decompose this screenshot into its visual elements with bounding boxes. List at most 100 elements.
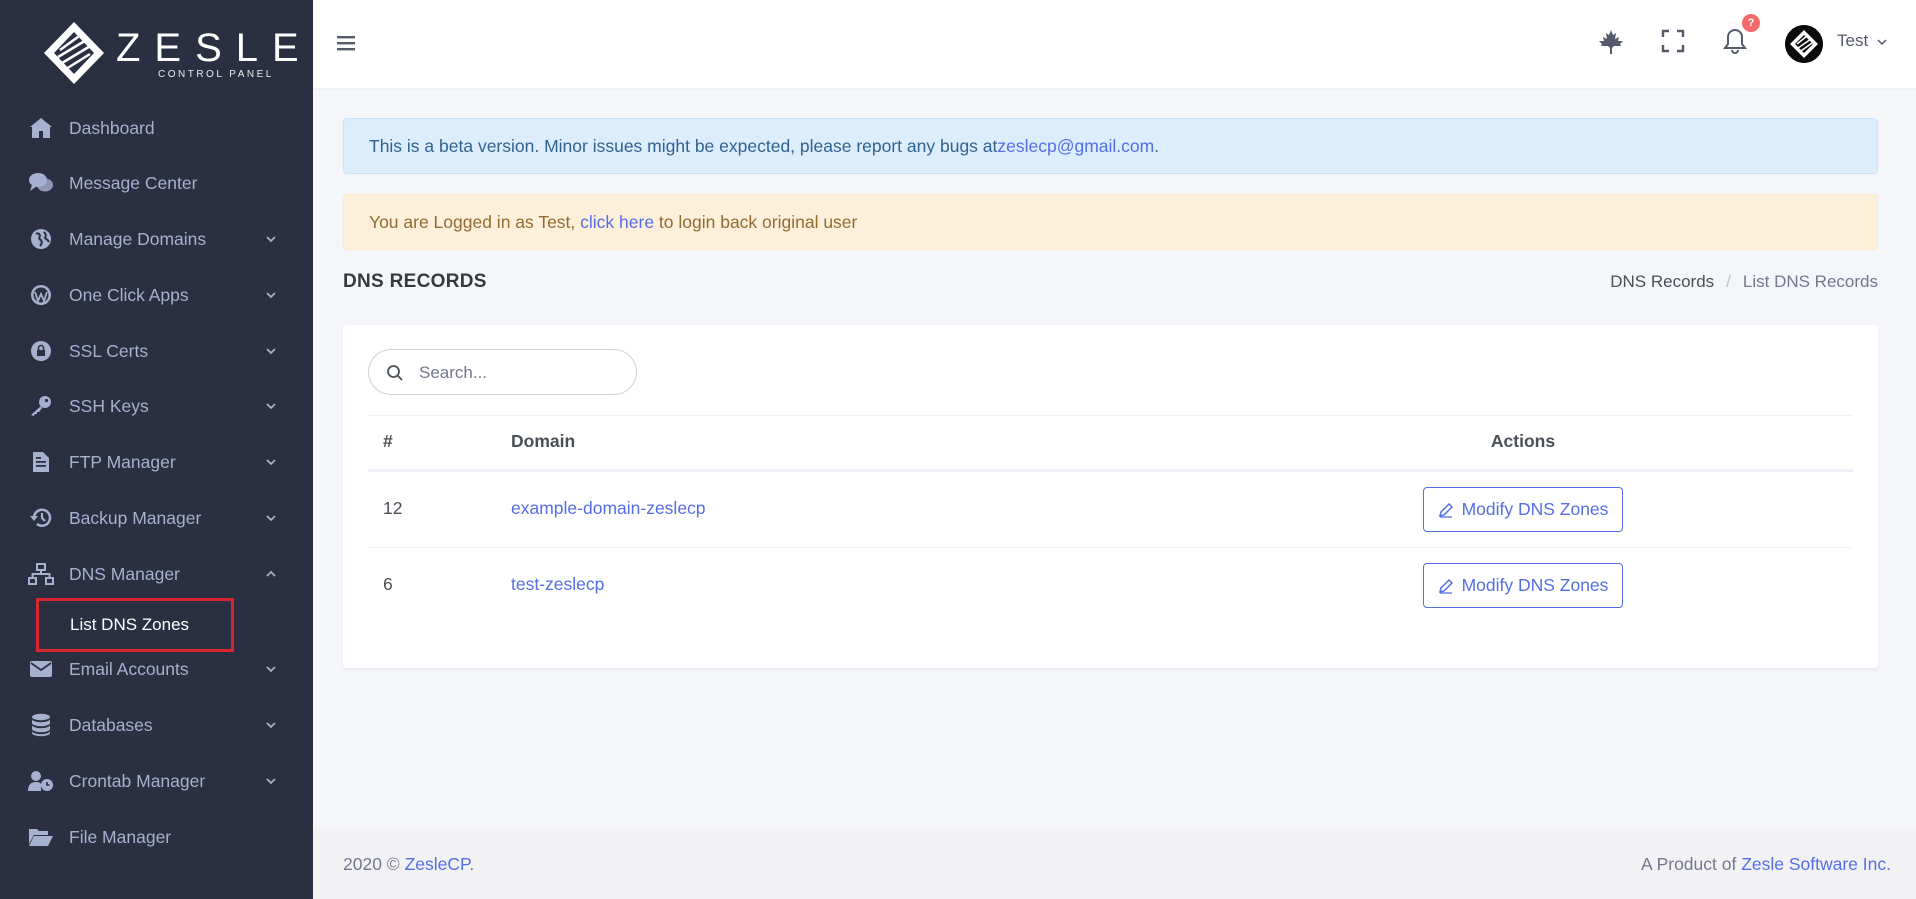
- fullscreen-icon[interactable]: [1658, 26, 1688, 56]
- sidebar-item-label: Message Center: [69, 172, 198, 193]
- brand-name: ZESLE: [116, 26, 313, 70]
- beta-alert: This is a beta version. Minor issues mig…: [343, 118, 1878, 174]
- sidebar-item-ssl-certs[interactable]: SSL Certs: [0, 331, 313, 371]
- user-name[interactable]: Test: [1837, 31, 1868, 51]
- modify-dns-zones-label: Modify DNS Zones: [1461, 575, 1609, 595]
- chevron-up-icon: [266, 570, 276, 577]
- wordpress-icon: [28, 282, 54, 308]
- notification-badge: ?: [1742, 14, 1760, 32]
- footer-product-text: A Product of: [1641, 854, 1742, 874]
- sidebar-item-databases[interactable]: Databases: [0, 705, 313, 745]
- beta-alert-end: .: [1154, 135, 1160, 156]
- chevron-down-icon: [266, 403, 276, 410]
- sidebar-subitem-list-dns-zones[interactable]: List DNS Zones: [36, 598, 234, 652]
- sidebar-item-label: Databases: [69, 714, 153, 735]
- globe-icon: [28, 226, 54, 252]
- column-header-id: #: [383, 431, 393, 451]
- home-icon: [28, 115, 54, 141]
- sidebar-item-backup-manager[interactable]: Backup Manager: [0, 498, 313, 538]
- modify-dns-zones-button[interactable]: Modify DNS Zones: [1423, 487, 1623, 532]
- search-icon: [387, 365, 403, 381]
- support-email-link[interactable]: zeslecp@gmail.com: [997, 136, 1154, 157]
- chevron-down-icon: [266, 666, 276, 673]
- sidebar-item-label: Dashboard: [69, 117, 155, 138]
- sidebar-item-manage-domains[interactable]: Manage Domains: [0, 219, 313, 259]
- modify-dns-zones-label: Modify DNS Zones: [1461, 499, 1609, 519]
- sidebar-item-label: Crontab Manager: [69, 770, 206, 791]
- login-back-link[interactable]: click here: [580, 212, 654, 233]
- page-title: DNS RECORDS: [343, 271, 487, 292]
- history-icon: [28, 505, 54, 531]
- sidebar-item-label: Manage Domains: [69, 228, 207, 249]
- footer-company-link[interactable]: Zesle Software Inc.: [1741, 854, 1891, 874]
- search-input[interactable]: [419, 361, 619, 385]
- impersonation-alert: You are Logged in as Test, click here to…: [343, 194, 1878, 250]
- chevron-down-icon: [266, 348, 276, 355]
- sidebar-item-label: FTP Manager: [69, 451, 176, 472]
- chevron-down-icon: [266, 778, 276, 785]
- edit-icon: [1438, 578, 1453, 594]
- sidebar-item-ssh-keys[interactable]: SSH Keys: [0, 386, 313, 426]
- sidebar-item-label: SSH Keys: [69, 395, 149, 416]
- sidebar-item-label: File Manager: [69, 826, 172, 847]
- sidebar-item-label: Email Accounts: [69, 658, 189, 679]
- sidebar: ZESLE CONTROL PANEL Dashboard Message Ce…: [0, 0, 313, 899]
- search-box[interactable]: [368, 349, 637, 395]
- footer-product: A Product of Zesle Software Inc.: [1641, 854, 1891, 875]
- envelope-icon: [28, 656, 54, 682]
- table-row: 6 test-zeslecp Modify DNS Zones: [368, 547, 1853, 623]
- sidebar-item-crontab-manager[interactable]: Crontab Manager: [0, 761, 313, 801]
- chevron-down-icon[interactable]: [1876, 36, 1888, 48]
- footer: 2020 © ZesleCP. A Product of Zesle Softw…: [313, 828, 1916, 899]
- sidebar-item-dns-manager[interactable]: DNS Manager: [0, 554, 313, 594]
- sidebar-item-label: DNS Manager: [69, 563, 180, 584]
- zesle-logo-mark-icon: [44, 22, 104, 84]
- footer-copyright: 2020 © ZesleCP.: [343, 854, 474, 875]
- breadcrumb: DNS Records / List DNS Records: [1610, 272, 1878, 292]
- database-icon: [28, 712, 54, 738]
- sitemap-icon: [28, 561, 54, 587]
- topbar: ? Test: [313, 0, 1916, 88]
- avatar[interactable]: [1785, 25, 1823, 63]
- menu-toggle-icon[interactable]: [335, 30, 357, 56]
- column-header-domain[interactable]: Domain: [511, 431, 575, 452]
- sidebar-item-label: SSL Certs: [69, 340, 149, 361]
- domain-link[interactable]: example-domain-zeslecp: [511, 498, 706, 519]
- logo[interactable]: ZESLE CONTROL PANEL: [42, 20, 299, 90]
- footer-brand-end: .: [469, 854, 475, 874]
- sidebar-item-message-center[interactable]: Message Center: [0, 163, 313, 203]
- chevron-down-icon: [266, 722, 276, 729]
- table-row: 12 example-domain-zeslecp Modify DNS Zon…: [368, 471, 1853, 547]
- file-icon: [28, 449, 54, 475]
- sidebar-item-one-click-apps[interactable]: One Click Apps: [0, 275, 313, 315]
- breadcrumb-separator: /: [1726, 272, 1731, 291]
- sidebar-item-email-accounts[interactable]: Email Accounts: [0, 649, 313, 689]
- chevron-down-icon: [266, 459, 276, 466]
- sidebar-item-file-manager[interactable]: File Manager: [0, 817, 313, 857]
- key-icon: [28, 393, 54, 419]
- dns-records-card: # Domain Actions 12 example-domain-zesle…: [343, 325, 1878, 668]
- sidebar-item-label: One Click Apps: [69, 284, 189, 305]
- table-header-row: # Domain Actions: [368, 415, 1853, 471]
- folder-open-icon: [28, 824, 54, 850]
- breadcrumb-item[interactable]: DNS Records: [1610, 272, 1714, 292]
- sidebar-subitem-label: List DNS Zones: [70, 615, 190, 634]
- maple-leaf-icon[interactable]: [1596, 27, 1626, 57]
- zesle-avatar-icon: [1785, 25, 1823, 63]
- edit-icon: [1438, 502, 1453, 518]
- beta-alert-text: This is a beta version. Minor issues mig…: [369, 135, 998, 156]
- impersonation-alert-text: You are Logged in as Test,: [369, 211, 581, 232]
- brand-tagline: CONTROL PANEL: [158, 69, 274, 80]
- sidebar-item-ftp-manager[interactable]: FTP Manager: [0, 442, 313, 482]
- footer-brand-link[interactable]: ZesleCP: [405, 854, 470, 874]
- comments-icon: [28, 170, 54, 196]
- lock-icon: [28, 338, 54, 364]
- modify-dns-zones-button[interactable]: Modify DNS Zones: [1423, 563, 1623, 608]
- domain-link[interactable]: test-zeslecp: [511, 574, 604, 595]
- row-id: 12: [383, 498, 403, 518]
- column-header-actions: Actions: [1490, 431, 1556, 451]
- chevron-down-icon: [266, 292, 276, 299]
- footer-year: 2020 ©: [343, 854, 405, 874]
- sidebar-item-dashboard[interactable]: Dashboard: [0, 108, 313, 148]
- chevron-down-icon: [266, 236, 276, 243]
